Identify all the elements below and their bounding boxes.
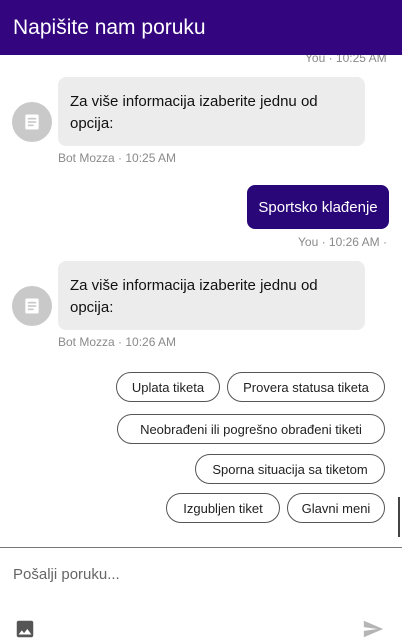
message-input[interactable]	[13, 566, 383, 583]
message-composer	[0, 547, 402, 643]
message-meta: You · 10:25 AM	[305, 55, 387, 65]
bot-avatar	[12, 102, 52, 142]
quick-reply-neobradjeni-tiketi[interactable]: Neobrađeni ili pogrešno obrađeni tiketi	[117, 414, 385, 444]
quick-reply-sporna-situacija[interactable]: Sporna situacija sa tiketom	[195, 454, 385, 484]
message-list[interactable]: You · 10:25 AM Za više informacija izabe…	[0, 55, 402, 547]
bot-message: Za više informacija izaberite jednu od o…	[58, 77, 365, 146]
quick-reply-glavni-meni[interactable]: Glavni meni	[287, 493, 385, 523]
message-meta: Bot Mozza · 10:25 AM	[58, 151, 177, 165]
bot-avatar	[12, 286, 52, 326]
bot-message: Za više informacija izaberite jednu od o…	[58, 261, 365, 330]
image-icon[interactable]	[14, 618, 36, 643]
document-icon	[25, 114, 39, 130]
quick-reply-uplata-tiketa[interactable]: Uplata tiketa	[116, 372, 220, 402]
quick-reply-provera-statusa[interactable]: Provera statusa tiketa	[227, 372, 385, 402]
message-meta: You · 10:26 AM ·	[298, 235, 387, 249]
scrollbar-thumb[interactable]	[398, 497, 400, 537]
header-title: Napišite nam poruku	[13, 15, 206, 39]
send-icon[interactable]	[360, 618, 386, 643]
chat-header: Napišite nam poruku	[0, 0, 402, 55]
user-message: Sportsko klađenje	[247, 185, 389, 229]
document-icon	[25, 298, 39, 314]
quick-reply-izgubljen-tiket[interactable]: Izgubljen tiket	[166, 493, 280, 523]
message-meta: Bot Mozza · 10:26 AM	[58, 335, 177, 349]
